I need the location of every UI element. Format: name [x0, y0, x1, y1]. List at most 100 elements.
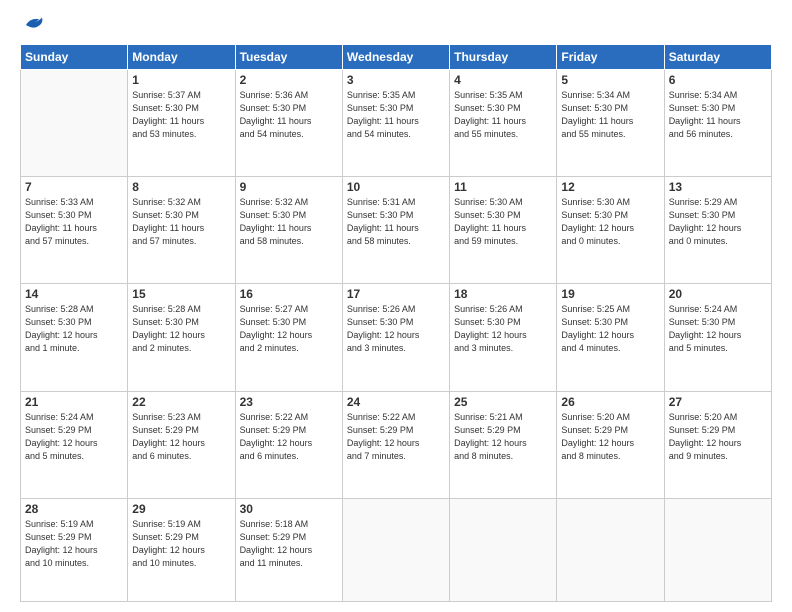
calendar-week-row: 28Sunrise: 5:19 AM Sunset: 5:29 PM Dayli… [21, 498, 772, 601]
calendar-cell: 3 Sunrise: 5:35 AM Sunset: 5:30 PM Daylig… [342, 70, 449, 177]
day-number: 29 [132, 502, 230, 516]
day-number: 7 [25, 180, 123, 194]
day-number: 2 [240, 73, 338, 87]
calendar-header-friday: Friday [557, 45, 664, 70]
calendar-cell: 23 Sunrise: 5:22 AM Sunset: 5:29 PM Dayli… [235, 391, 342, 498]
day-number: 21 [25, 395, 123, 409]
day-info: Sunrise: 5:30 AM Sunset: 5:30 PM Dayligh… [561, 196, 659, 248]
calendar-cell: 20Sunrise: 5:24 AM Sunset: 5:30 PM Dayli… [664, 284, 771, 391]
day-number: 19 [561, 287, 659, 301]
calendar-header-wednesday: Wednesday [342, 45, 449, 70]
day-info: Sunrise: 5:18 AM Sunset: 5:29 PM Dayligh… [240, 518, 338, 570]
page-header [20, 18, 772, 34]
calendar-cell: 12 Sunrise: 5:30 AM Sunset: 5:30 PM Dayli… [557, 177, 664, 284]
day-info: Sunrise: 5:19 AM Sunset: 5:29 PM Dayligh… [25, 518, 123, 570]
calendar-cell: 5Sunrise: 5:34 AM Sunset: 5:30 PM Daylig… [557, 70, 664, 177]
calendar-cell: 11 Sunrise: 5:30 AM Sunset: 5:30 PM Dayli… [450, 177, 557, 284]
calendar-header-saturday: Saturday [664, 45, 771, 70]
calendar-cell: 14 Sunrise: 5:28 AM Sunset: 5:30 PM Dayli… [21, 284, 128, 391]
day-number: 10 [347, 180, 445, 194]
calendar-header-thursday: Thursday [450, 45, 557, 70]
calendar-header-monday: Monday [128, 45, 235, 70]
day-number: 15 [132, 287, 230, 301]
calendar-cell: 13 Sunrise: 5:29 AM Sunset: 5:30 PM Dayli… [664, 177, 771, 284]
day-number: 5 [561, 73, 659, 87]
day-number: 1 [132, 73, 230, 87]
day-number: 22 [132, 395, 230, 409]
day-info: Sunrise: 5:35 AM Sunset: 5:30 PM Dayligh… [347, 89, 445, 141]
day-number: 27 [669, 395, 767, 409]
calendar-cell: 29 Sunrise: 5:19 AM Sunset: 5:29 PM Dayli… [128, 498, 235, 601]
day-number: 12 [561, 180, 659, 194]
day-info: Sunrise: 5:21 AM Sunset: 5:29 PM Dayligh… [454, 411, 552, 463]
day-info: Sunrise: 5:27 AM Sunset: 5:30 PM Dayligh… [240, 303, 338, 355]
calendar-cell: 21 Sunrise: 5:24 AM Sunset: 5:29 PM Dayli… [21, 391, 128, 498]
calendar-cell: 16 Sunrise: 5:27 AM Sunset: 5:30 PM Dayli… [235, 284, 342, 391]
logo [20, 18, 45, 34]
day-info: Sunrise: 5:37 AM Sunset: 5:30 PM Dayligh… [132, 89, 230, 141]
day-info: Sunrise: 5:22 AM Sunset: 5:29 PM Dayligh… [347, 411, 445, 463]
calendar-header-sunday: Sunday [21, 45, 128, 70]
day-info: Sunrise: 5:28 AM Sunset: 5:30 PM Dayligh… [25, 303, 123, 355]
calendar-cell: 8Sunrise: 5:32 AM Sunset: 5:30 PM Daylig… [128, 177, 235, 284]
day-info: Sunrise: 5:31 AM Sunset: 5:30 PM Dayligh… [347, 196, 445, 248]
day-info: Sunrise: 5:32 AM Sunset: 5:30 PM Dayligh… [132, 196, 230, 248]
day-number: 23 [240, 395, 338, 409]
day-info: Sunrise: 5:25 AM Sunset: 5:30 PM Dayligh… [561, 303, 659, 355]
day-number: 24 [347, 395, 445, 409]
day-number: 25 [454, 395, 552, 409]
day-number: 6 [669, 73, 767, 87]
day-info: Sunrise: 5:36 AM Sunset: 5:30 PM Dayligh… [240, 89, 338, 141]
calendar-cell: 2 Sunrise: 5:36 AM Sunset: 5:30 PM Daylig… [235, 70, 342, 177]
day-number: 4 [454, 73, 552, 87]
day-number: 11 [454, 180, 552, 194]
day-info: Sunrise: 5:22 AM Sunset: 5:29 PM Dayligh… [240, 411, 338, 463]
day-info: Sunrise: 5:19 AM Sunset: 5:29 PM Dayligh… [132, 518, 230, 570]
day-info: Sunrise: 5:35 AM Sunset: 5:30 PM Dayligh… [454, 89, 552, 141]
day-info: Sunrise: 5:28 AM Sunset: 5:30 PM Dayligh… [132, 303, 230, 355]
calendar-cell: 26 Sunrise: 5:20 AM Sunset: 5:29 PM Dayli… [557, 391, 664, 498]
day-number: 17 [347, 287, 445, 301]
day-number: 14 [25, 287, 123, 301]
calendar-cell: 6 Sunrise: 5:34 AM Sunset: 5:30 PM Daylig… [664, 70, 771, 177]
calendar-cell [342, 498, 449, 601]
calendar-cell: 18 Sunrise: 5:26 AM Sunset: 5:30 PM Dayli… [450, 284, 557, 391]
calendar-cell: 19 Sunrise: 5:25 AM Sunset: 5:30 PM Dayli… [557, 284, 664, 391]
calendar-cell: 15 Sunrise: 5:28 AM Sunset: 5:30 PM Dayli… [128, 284, 235, 391]
calendar-cell: 9 Sunrise: 5:32 AM Sunset: 5:30 PM Daylig… [235, 177, 342, 284]
day-info: Sunrise: 5:30 AM Sunset: 5:30 PM Dayligh… [454, 196, 552, 248]
calendar-cell: 4 Sunrise: 5:35 AM Sunset: 5:30 PM Daylig… [450, 70, 557, 177]
day-info: Sunrise: 5:24 AM Sunset: 5:29 PM Dayligh… [25, 411, 123, 463]
calendar-cell: 25 Sunrise: 5:21 AM Sunset: 5:29 PM Dayli… [450, 391, 557, 498]
day-number: 3 [347, 73, 445, 87]
calendar-table: SundayMondayTuesdayWednesdayThursdayFrid… [20, 44, 772, 602]
day-info: Sunrise: 5:20 AM Sunset: 5:29 PM Dayligh… [561, 411, 659, 463]
logo-text [20, 18, 45, 34]
calendar-cell: 30 Sunrise: 5:18 AM Sunset: 5:29 PM Dayli… [235, 498, 342, 601]
calendar-cell: 28Sunrise: 5:19 AM Sunset: 5:29 PM Dayli… [21, 498, 128, 601]
calendar-week-row: 14 Sunrise: 5:28 AM Sunset: 5:30 PM Dayli… [21, 284, 772, 391]
day-number: 9 [240, 180, 338, 194]
calendar-header-row: SundayMondayTuesdayWednesdayThursdayFrid… [21, 45, 772, 70]
day-number: 18 [454, 287, 552, 301]
calendar-cell [557, 498, 664, 601]
day-info: Sunrise: 5:29 AM Sunset: 5:30 PM Dayligh… [669, 196, 767, 248]
calendar-week-row: 7 Sunrise: 5:33 AM Sunset: 5:30 PM Daylig… [21, 177, 772, 284]
calendar-cell: 27Sunrise: 5:20 AM Sunset: 5:29 PM Dayli… [664, 391, 771, 498]
day-info: Sunrise: 5:32 AM Sunset: 5:30 PM Dayligh… [240, 196, 338, 248]
day-number: 30 [240, 502, 338, 516]
day-info: Sunrise: 5:33 AM Sunset: 5:30 PM Dayligh… [25, 196, 123, 248]
calendar-cell: 1 Sunrise: 5:37 AM Sunset: 5:30 PM Daylig… [128, 70, 235, 177]
day-info: Sunrise: 5:24 AM Sunset: 5:30 PM Dayligh… [669, 303, 767, 355]
day-number: 16 [240, 287, 338, 301]
day-info: Sunrise: 5:26 AM Sunset: 5:30 PM Dayligh… [454, 303, 552, 355]
calendar-header-tuesday: Tuesday [235, 45, 342, 70]
calendar-cell [664, 498, 771, 601]
calendar-week-row: 1 Sunrise: 5:37 AM Sunset: 5:30 PM Daylig… [21, 70, 772, 177]
calendar-week-row: 21 Sunrise: 5:24 AM Sunset: 5:29 PM Dayli… [21, 391, 772, 498]
calendar-cell: 7 Sunrise: 5:33 AM Sunset: 5:30 PM Daylig… [21, 177, 128, 284]
day-info: Sunrise: 5:34 AM Sunset: 5:30 PM Dayligh… [669, 89, 767, 141]
calendar-cell: 22Sunrise: 5:23 AM Sunset: 5:29 PM Dayli… [128, 391, 235, 498]
day-number: 13 [669, 180, 767, 194]
day-number: 26 [561, 395, 659, 409]
